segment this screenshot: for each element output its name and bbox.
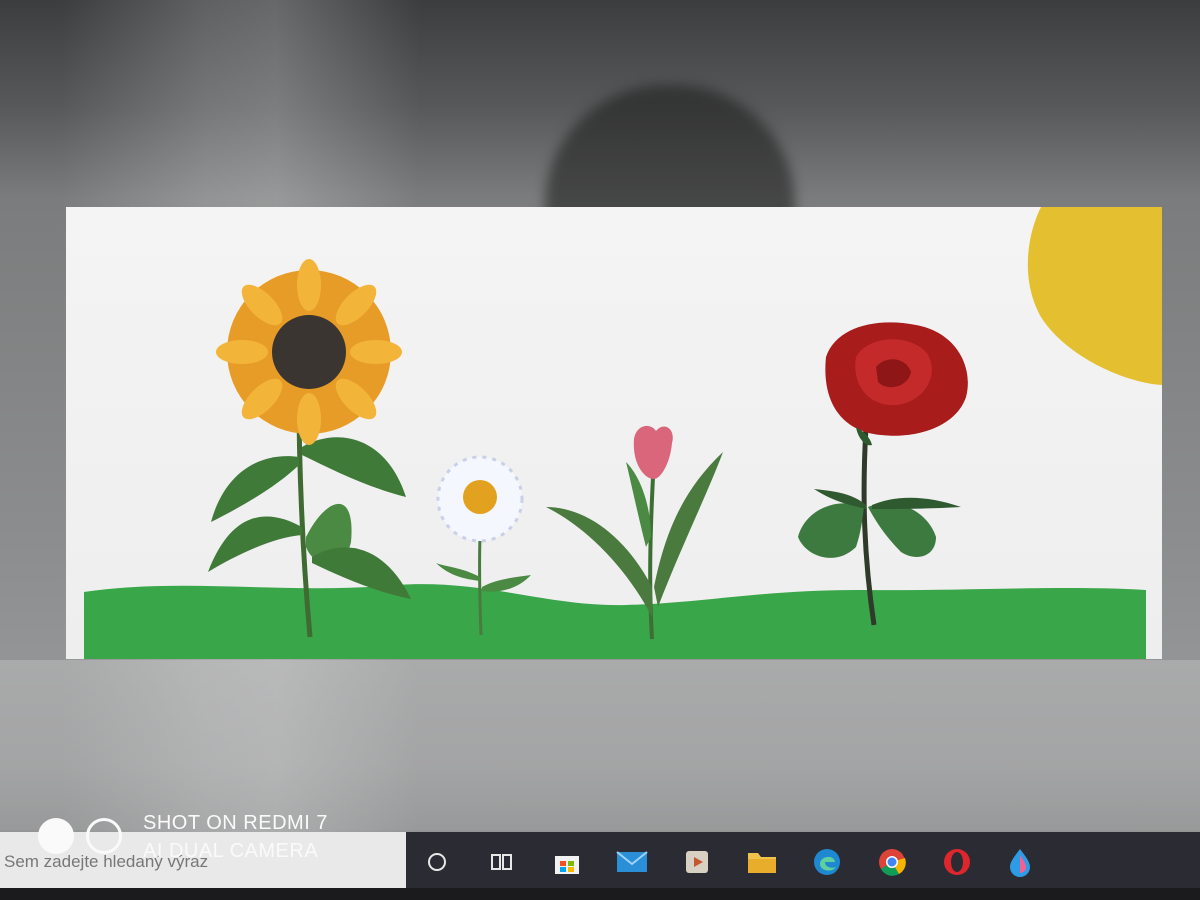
bezel [0, 888, 1200, 900]
paint-icon[interactable] [1003, 845, 1037, 879]
watermark-ring-icon [86, 818, 122, 854]
file-explorer-icon[interactable] [745, 845, 779, 879]
grass [84, 584, 1146, 659]
sunflower [208, 259, 411, 638]
drawing-canvas [66, 207, 1162, 659]
watermark-dot-icon [38, 818, 74, 854]
edge-icon[interactable] [810, 845, 844, 879]
watermark-line1: SHOT ON REDMI 7 [143, 812, 328, 834]
flower-drawing [84, 207, 1162, 659]
mail-icon[interactable] [615, 845, 649, 879]
rose [798, 322, 968, 626]
desktop-area [0, 660, 1200, 830]
media-player-icon[interactable] [680, 845, 714, 879]
sun [1027, 207, 1162, 385]
store-icon[interactable] [550, 845, 584, 879]
cortana-icon[interactable] [420, 845, 454, 879]
watermark-line2: AI DUAL CAMERA [143, 840, 319, 862]
chrome-icon[interactable] [875, 845, 909, 879]
opera-icon[interactable] [940, 845, 974, 879]
camera-watermark: SHOT ON REDMI 7 AI DUAL CAMERA [38, 812, 358, 872]
task-view-icon[interactable] [484, 845, 518, 879]
